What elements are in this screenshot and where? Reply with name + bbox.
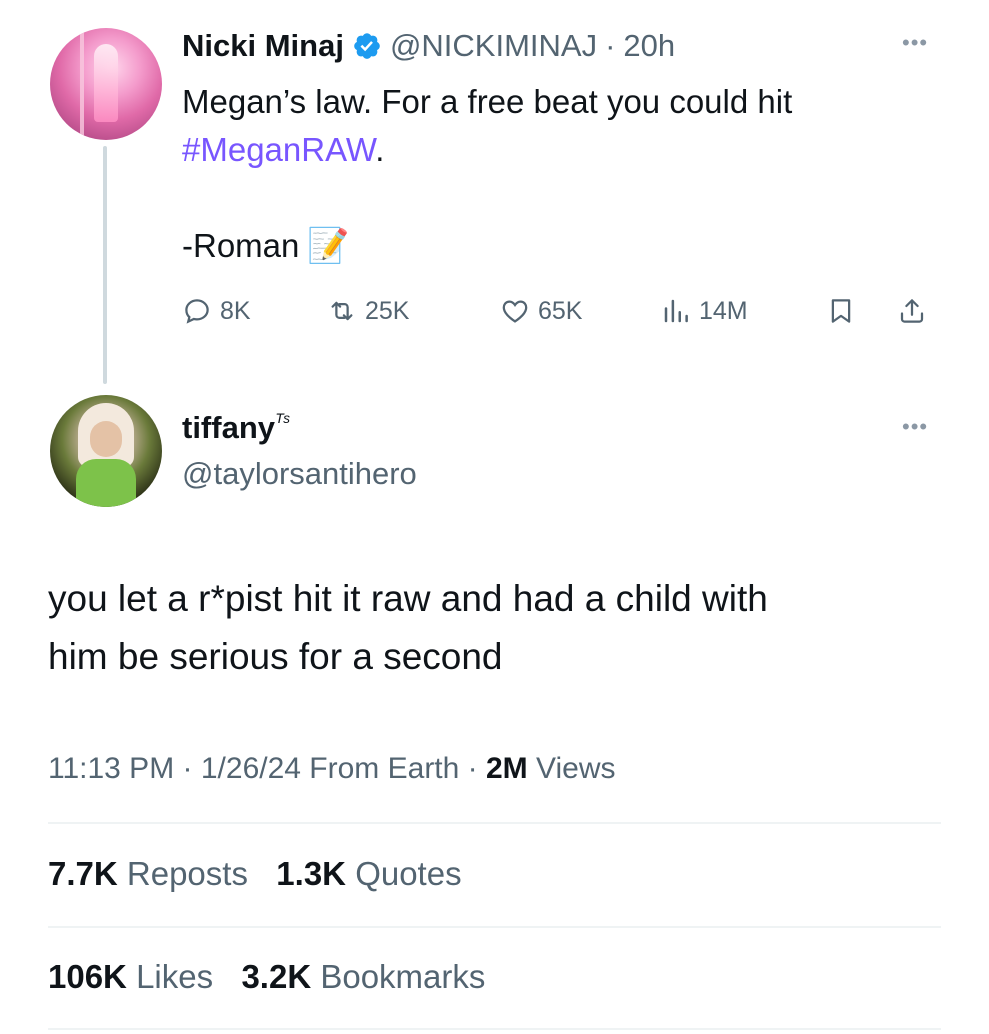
views-icon — [664, 299, 688, 323]
author-name[interactable]: Nicki Minaj — [182, 28, 344, 64]
reply-author-name[interactable]: tiffany — [182, 410, 275, 445]
reply-icon — [185, 299, 209, 324]
reposts-count: 7.7K — [48, 855, 118, 892]
tweet-meta: 11:13 PM · 1/26/24 From Earth · 2M Views — [48, 752, 616, 786]
repost-quote-stats: 7.7K Reposts 1.3K Quotes — [48, 855, 462, 893]
share-action[interactable] — [897, 296, 927, 326]
likes-count: 106K — [48, 958, 127, 995]
heart-icon — [502, 300, 528, 323]
tiffany-avatar[interactable] — [50, 395, 162, 507]
repost-action[interactable]: 25K — [327, 296, 409, 326]
reposts-stat[interactable]: 7.7K Reposts — [48, 855, 248, 892]
views-count: 14M — [699, 296, 748, 325]
tweet-text-line: #MeganRAW. — [182, 126, 922, 174]
tweet-source: From Earth — [309, 752, 460, 785]
likes-stat[interactable]: 106K Likes — [48, 958, 213, 995]
hashtag-suffix: . — [375, 131, 385, 168]
tweet-time[interactable]: 11:13 PM — [48, 752, 174, 785]
reply-count: 8K — [220, 296, 251, 325]
views-count: 2M — [486, 752, 528, 785]
tweet-text-line: you let a r*pist hit it raw and had a ch… — [48, 578, 768, 619]
views-action[interactable]: 14M — [661, 296, 748, 326]
reply-author-handle[interactable]: @taylorsantihero — [182, 456, 417, 492]
more-horizontal-icon[interactable]: ••• — [902, 30, 928, 56]
author-handle[interactable]: @NICKIMINAJ — [390, 28, 597, 64]
likes-bookmarks-stats: 106K Likes 3.2K Bookmarks — [48, 958, 485, 996]
signature-line: -Roman 📝 — [182, 222, 350, 270]
tweet-date[interactable]: 1/26/24 — [201, 752, 301, 785]
reply-action[interactable]: 8K — [182, 296, 251, 326]
separator-dot: · — [182, 752, 201, 785]
nicki-avatar[interactable] — [50, 28, 162, 140]
thread-line — [103, 146, 107, 384]
separator-dot: · — [605, 28, 616, 63]
parent-tweet-text: Megan’s law. For a free beat you could h… — [182, 78, 922, 174]
tweet-time[interactable]: 20h — [623, 28, 675, 64]
tweet-text-line: Megan’s law. For a free beat you could h… — [182, 83, 793, 120]
share-icon — [900, 299, 924, 323]
more-horizontal-icon[interactable]: ••• — [902, 414, 928, 440]
name-suffix: ᵀˢ — [275, 410, 290, 433]
repost-count: 25K — [365, 296, 410, 325]
reply-tweet-text: you let a r*pist hit it raw and had a ch… — [48, 570, 948, 686]
bookmark-action[interactable] — [826, 296, 856, 326]
hashtag-link[interactable]: #MeganRAW — [182, 131, 375, 168]
parent-tweet-header: Nicki Minaj @NICKIMINAJ · 20h — [182, 28, 675, 64]
views-label: Views — [536, 752, 616, 785]
signature-text: -Roman — [182, 227, 300, 264]
quotes-count: 1.3K — [276, 855, 347, 892]
reposts-label: Reposts — [126, 855, 248, 892]
verified-badge-icon — [354, 33, 380, 59]
likes-label: Likes — [136, 958, 214, 995]
divider — [48, 1028, 941, 1030]
bookmark-icon — [831, 299, 851, 323]
tweet-text-line: him be serious for a second — [48, 636, 503, 677]
quotes-label: Quotes — [355, 855, 462, 892]
bookmarks-stat[interactable]: 3.2K Bookmarks — [241, 958, 485, 995]
bookmarks-label: Bookmarks — [320, 958, 486, 995]
separator-dot: · — [467, 752, 486, 785]
divider — [48, 822, 941, 824]
bookmarks-count: 3.2K — [241, 958, 312, 995]
quotes-stat[interactable]: 1.3K Quotes — [276, 855, 461, 892]
memo-emoji: 📝 — [307, 227, 350, 265]
repost-icon — [331, 301, 353, 321]
reply-author-name-row: tiffanyᵀˢ — [182, 410, 289, 446]
divider — [48, 926, 941, 928]
like-action[interactable]: 65K — [500, 296, 582, 326]
like-count: 65K — [538, 296, 583, 325]
